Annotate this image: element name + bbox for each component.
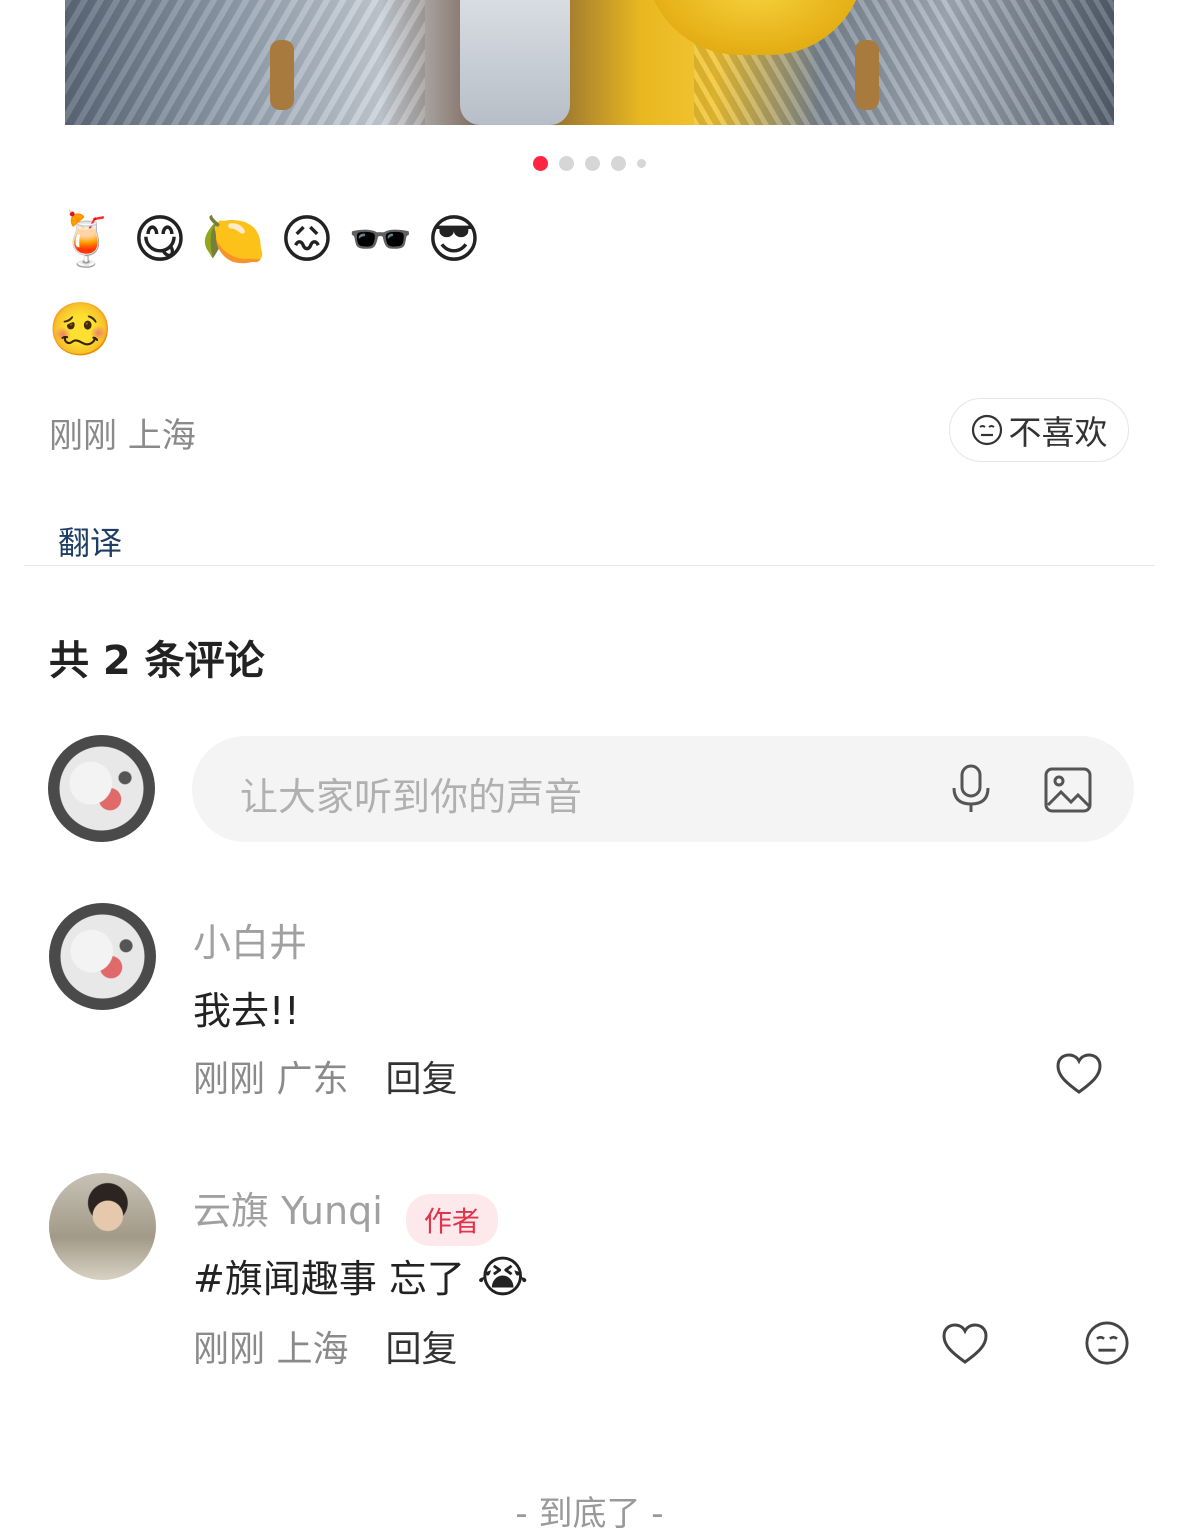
comment-author[interactable]: 云旗 Yunqi — [193, 1189, 383, 1233]
sunglasses-emoji: 🕶️ — [347, 210, 413, 270]
heart-icon[interactable] — [941, 1322, 989, 1366]
carousel-dot — [637, 158, 646, 168]
translate-link[interactable]: 翻译 — [58, 518, 122, 564]
face-neutral-icon[interactable] — [1084, 1320, 1130, 1366]
image-icon[interactable] — [1044, 767, 1092, 813]
post-image[interactable] — [65, 0, 1114, 125]
reply-button[interactable]: 回复 — [386, 1329, 458, 1370]
cool-face-emoji: 😎 — [426, 210, 481, 270]
carousel-dot-active — [533, 155, 548, 171]
image-detail — [65, 0, 425, 125]
image-detail — [855, 40, 879, 110]
comment-text-row[interactable]: #旗闻趣事 忘了 😭 — [193, 1248, 528, 1303]
heart-icon[interactable] — [1055, 1052, 1103, 1096]
avatar[interactable] — [48, 735, 155, 842]
comment-input[interactable]: 让大家听到你的声音 — [192, 736, 1134, 842]
crying-sticker-emoji: 😭 — [477, 1252, 529, 1303]
end-of-list-label: - 到底了 - — [515, 1494, 664, 1534]
comment-count: 共 2 条评论 — [49, 638, 265, 684]
author-badge: 作者 — [405, 1193, 498, 1246]
comment-text[interactable]: #旗闻趣事 忘了 — [193, 1257, 465, 1301]
microphone-icon[interactable] — [948, 764, 994, 814]
comment-input-placeholder: 让大家听到你的声音 — [240, 775, 583, 819]
comment-meta: 刚刚 广东 — [193, 1059, 349, 1100]
carousel-dot — [611, 155, 626, 171]
carousel-indicator — [0, 154, 1179, 172]
dislike-label: 不喜欢 — [1008, 413, 1108, 452]
comment-author-row: 云旗 Yunqi 作者 — [193, 1180, 498, 1246]
lemon-emoji: 🍋 — [200, 210, 266, 270]
post-content-emojis: 🍹 😋 🍋 😖 🕶️ 😎 — [54, 208, 481, 272]
reply-button[interactable]: 回复 — [386, 1059, 458, 1100]
dislike-button[interactable]: 不喜欢 — [949, 398, 1129, 462]
carousel-dot — [585, 155, 600, 171]
avatar[interactable] — [49, 1173, 156, 1280]
image-detail — [460, 0, 570, 125]
confounded-face-emoji: 😖 — [279, 210, 334, 270]
comment-meta: 刚刚 上海 — [193, 1329, 349, 1370]
post-meta: 刚刚 上海 — [49, 416, 196, 456]
cocktail-emoji: 🍹 — [54, 210, 119, 270]
yum-face-emoji: 😋 — [132, 210, 187, 270]
comment-text[interactable]: 我去!! — [193, 980, 299, 1035]
avatar[interactable] — [49, 903, 156, 1010]
comment-meta-row: 刚刚 广东 回复 — [193, 1050, 458, 1102]
divider — [24, 565, 1155, 566]
comment-author[interactable]: 小白井 — [193, 912, 307, 967]
comment-meta-row: 刚刚 上海 回复 — [193, 1320, 458, 1372]
face-neutral-icon — [971, 414, 1002, 446]
image-detail — [270, 40, 294, 110]
sticker-emoji: 🥴 — [48, 300, 113, 360]
post-sticker: 🥴 — [48, 300, 113, 360]
carousel-dot — [559, 155, 574, 171]
